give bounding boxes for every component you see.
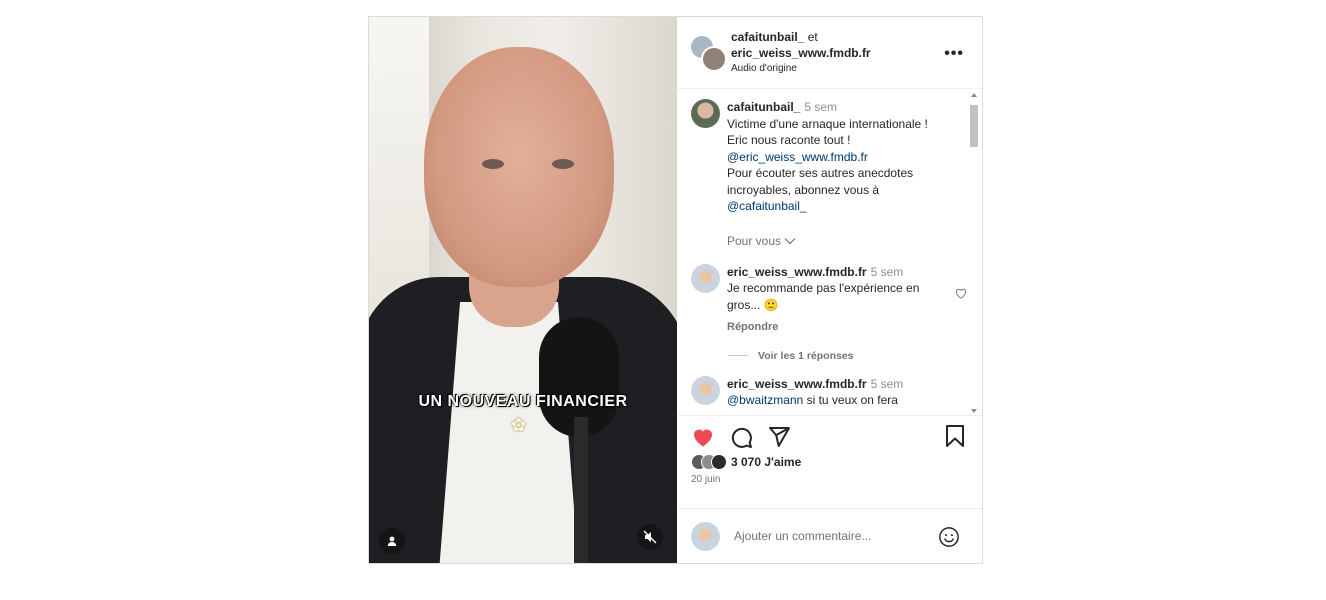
- caption-line: Victime d'une arnaque internationale !: [727, 116, 928, 131]
- avatar: [701, 45, 727, 72]
- mention-link[interactable]: @cafaitunbail_: [727, 198, 928, 215]
- caption-comment: cafaitunbail_ 5 sem Victime d'une arnaque…: [691, 99, 952, 215]
- share-icon[interactable]: [767, 425, 791, 449]
- mute-icon: [643, 530, 657, 544]
- post-actions: 3 070 J'aime 20 juin: [677, 414, 982, 509]
- mute-button[interactable]: [637, 524, 663, 550]
- heart-icon[interactable]: [954, 286, 968, 300]
- comments-list[interactable]: cafaitunbail_ 5 sem Victime d'une arnaque…: [677, 89, 982, 414]
- mention-link[interactable]: @eric_weiss_www.fmdb.fr: [727, 149, 928, 166]
- view-replies-label: Voir les 1 réponses: [758, 349, 854, 362]
- caption-line: incroyables, abonnez vous à: [727, 182, 880, 197]
- bookmark-icon[interactable]: [944, 424, 966, 448]
- comment-text: si tu veux on fera: [806, 393, 898, 408]
- audio-link[interactable]: Audio d'origine: [731, 61, 871, 77]
- comment-time[interactable]: 5 sem: [871, 377, 904, 391]
- post-date[interactable]: 20 juin: [691, 474, 968, 485]
- avatar: [691, 521, 720, 551]
- caption-line: Pour écouter ses autres anecdotes: [727, 166, 914, 181]
- scroll-down-arrow[interactable]: [971, 409, 977, 414]
- post-header: cafaitunbail_ et eric_weiss_www.fmdb.fr …: [677, 17, 982, 90]
- likes-count[interactable]: 3 070 J'aime: [731, 455, 801, 469]
- user-tag-icon: [387, 536, 397, 546]
- video-caption-emoji: ✿: [511, 415, 527, 435]
- avatar: [711, 453, 727, 470]
- avatar[interactable]: [691, 99, 720, 129]
- comment-username[interactable]: cafaitunbail_: [727, 100, 800, 114]
- comment-filter-label: Pour vous: [727, 233, 782, 248]
- avatar[interactable]: [691, 263, 720, 293]
- video-person-eye: [482, 159, 504, 169]
- emoji-icon[interactable]: [938, 526, 960, 548]
- comment-time[interactable]: 5 sem: [804, 100, 837, 114]
- comment-icon[interactable]: [729, 425, 753, 449]
- comment-username[interactable]: eric_weiss_www.fmdb.fr: [727, 265, 867, 279]
- reply-button[interactable]: Répondre: [727, 319, 932, 336]
- more-icon[interactable]: •••: [944, 45, 964, 63]
- post-dialog: UN NOUVEAU FINANCIER ✿ cafaitunbail_ et …: [368, 16, 983, 564]
- comment-item: eric_weiss_www.fmdb.fr 5 sem Je recommand…: [691, 263, 967, 336]
- author-link[interactable]: cafaitunbail_: [731, 30, 804, 44]
- comment-username[interactable]: eric_weiss_www.fmdb.fr: [727, 377, 867, 391]
- video-microphone-arm: [574, 417, 588, 563]
- video-caption: UN NOUVEAU FINANCIER: [418, 393, 628, 410]
- likes-summary[interactable]: 3 070 J'aime: [691, 453, 968, 470]
- add-comment-bar: [677, 508, 982, 563]
- scroll-up-arrow[interactable]: [971, 93, 977, 98]
- caption-line: Eric nous raconte tout !: [727, 133, 851, 148]
- authors-joiner: et: [807, 29, 818, 44]
- video-person-eye: [552, 159, 574, 169]
- mention-link[interactable]: @bwaitzmann: [727, 393, 803, 407]
- post-sidebar: cafaitunbail_ et eric_weiss_www.fmdb.fr …: [677, 17, 982, 563]
- video-person-face: [424, 47, 614, 287]
- avatar[interactable]: [691, 375, 720, 405]
- chevron-down-icon: [784, 237, 796, 245]
- post-authors: cafaitunbail_ et eric_weiss_www.fmdb.fr …: [731, 29, 871, 77]
- scrollbar[interactable]: [968, 91, 980, 414]
- user-tag-button[interactable]: [379, 528, 405, 554]
- heart-icon[interactable]: [691, 425, 715, 449]
- comment-text: Je recommande pas l'expérience en gros..…: [727, 281, 920, 312]
- video-player[interactable]: UN NOUVEAU FINANCIER ✿: [369, 17, 677, 563]
- comment-time[interactable]: 5 sem: [871, 265, 904, 279]
- author-link[interactable]: eric_weiss_www.fmdb.fr: [731, 45, 871, 61]
- comment-item: eric_weiss_www.fmdb.fr 5 sem @bwaitzmann …: [691, 375, 952, 409]
- comment-input[interactable]: [732, 528, 916, 545]
- collab-avatars[interactable]: [691, 35, 727, 72]
- view-replies-button[interactable]: Voir les 1 réponses: [728, 350, 952, 362]
- divider: [728, 355, 748, 357]
- comment-filter[interactable]: Pour vous: [727, 234, 952, 248]
- scroll-thumb[interactable]: [970, 105, 978, 148]
